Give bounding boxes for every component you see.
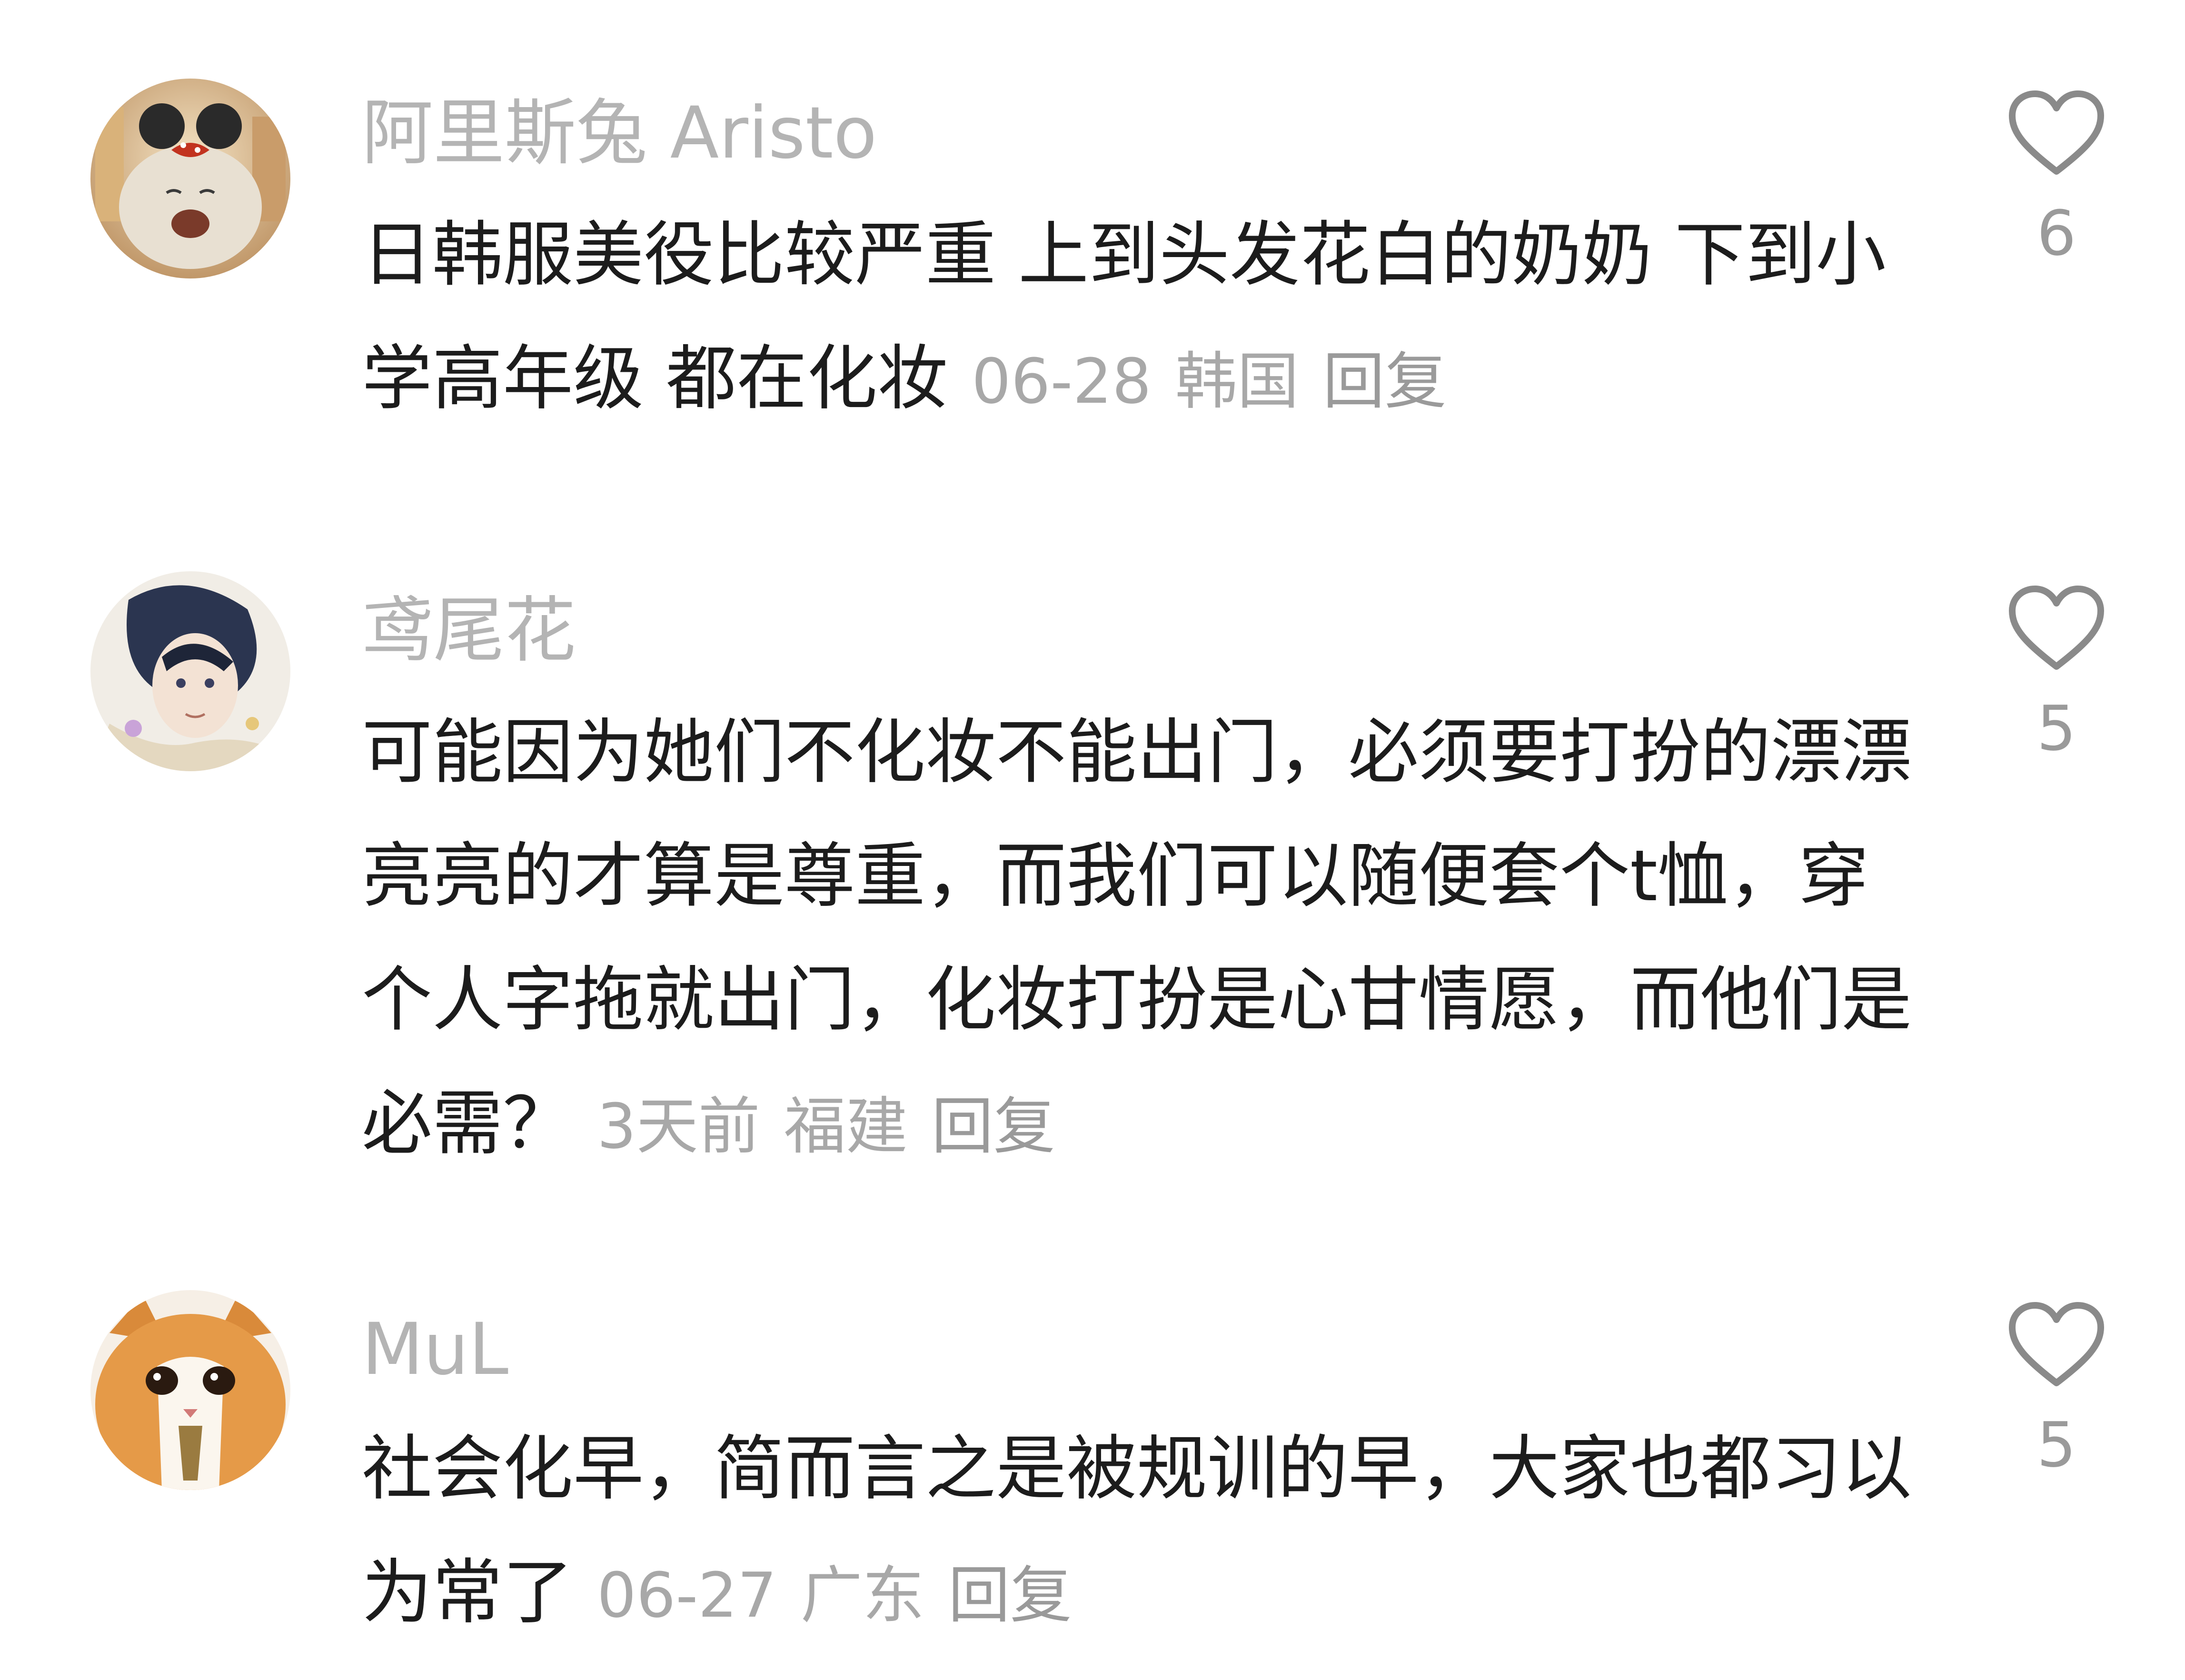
avatar[interactable]: [90, 79, 290, 278]
comment-text: 可能因为她们不化妆不能出门，必须要打扮的漂漂亮亮的才算是尊重，而我们可以随便套个…: [362, 690, 1914, 1188]
heart-icon: [2009, 90, 2104, 175]
avatar[interactable]: [90, 1290, 290, 1490]
heart-icon: [2009, 1302, 2104, 1386]
reply-button[interactable]: 回复: [1323, 345, 1447, 418]
comment-meta: 06-27 广东 回复: [597, 1559, 1096, 1631]
username[interactable]: MuL: [362, 1307, 508, 1392]
like-button[interactable]: 6: [1990, 88, 2123, 269]
comment-content: 社会化早，简而言之是被规训的早，大家也都习以为常了: [362, 1428, 1912, 1633]
comment-location: 韩国: [1175, 345, 1299, 418]
comment-meta: 3天前 福建 回复: [597, 1090, 1079, 1163]
cat-with-mouse-ears-icon: [90, 79, 290, 278]
username[interactable]: 鸢尾花: [362, 588, 576, 674]
like-count: 5: [2036, 1409, 2076, 1481]
comment-date: 06-27: [597, 1559, 777, 1631]
like-count: 5: [2036, 692, 2076, 765]
avatar[interactable]: [90, 571, 290, 771]
reply-button[interactable]: 回复: [948, 1559, 1072, 1631]
like-button[interactable]: 5: [1990, 583, 2123, 764]
comment-text: 社会化早，简而言之是被规训的早，大家也都习以为常了 06-27 广东 回复: [362, 1407, 1914, 1657]
username[interactable]: 阿里斯兔 Aristo: [362, 90, 877, 176]
comment-location: 广东: [800, 1559, 924, 1631]
comment-location: 福建: [784, 1090, 908, 1163]
heart-icon: [2009, 586, 2104, 670]
anime-character-icon: [90, 571, 290, 771]
like-button[interactable]: 5: [1990, 1300, 2123, 1481]
reply-button[interactable]: 回复: [932, 1090, 1055, 1163]
comment-content: 可能因为她们不化妆不能出门，必须要打扮的漂漂亮亮的才算是尊重，而我们可以随便套个…: [362, 711, 1912, 1164]
comment-date: 3天前: [597, 1090, 760, 1163]
orange-cat-icon: [90, 1290, 290, 1490]
comment-meta: 06-28 韩国 回复: [972, 345, 1470, 418]
comment-text: 日韩服美役比较严重 上到头发花白的奶奶 下到小学高年级 都在化妆 06-28 韩国回…: [362, 193, 1914, 443]
like-count: 6: [2036, 197, 2076, 269]
comment-date: 06-28: [972, 345, 1152, 418]
